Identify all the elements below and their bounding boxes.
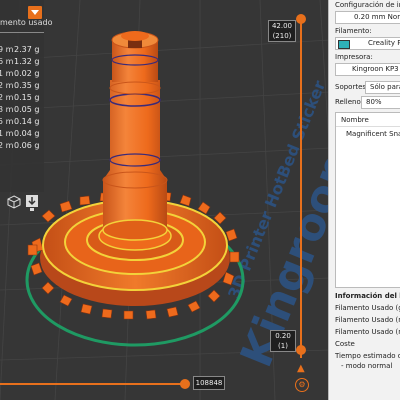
layer-slider-rail[interactable] — [300, 20, 302, 358]
print-settings-label: Configuración de impresión — [335, 1, 400, 9]
layer-top-label: 42.00 (210) — [268, 20, 296, 42]
layer-bottom-height: 0.20 — [275, 332, 291, 340]
layer-bottom-index: (1) — [278, 342, 288, 350]
legend-row: 5 m 0.14 g — [0, 117, 40, 126]
object-list-item[interactable]: Magnificent Snagel — [346, 130, 400, 138]
legend-row: 3 m 0.05 g — [0, 105, 40, 114]
info-filament-m: Filamento Usado (m) — [335, 316, 400, 324]
layer-settings-icon[interactable]: ⚙ — [295, 378, 309, 392]
info-filament-mm3: Filamento Usado (mm³) — [335, 328, 400, 336]
legend-row: 9 m 2.37 g — [0, 45, 40, 54]
move-slider-rail[interactable] — [0, 383, 185, 385]
move-slider-handle[interactable] — [180, 379, 190, 389]
supports-select[interactable]: Sólo para bases — [365, 81, 400, 94]
object-list[interactable]: Nombre Magnificent Snagel — [335, 112, 400, 288]
object-list-header: Nombre — [336, 113, 400, 127]
info-estimated-time: Tiempo estimado de impresión: — [335, 352, 400, 360]
legend-row: 2 m 0.35 g — [0, 81, 40, 90]
move-slider-value: 108848 — [193, 376, 225, 390]
layer-slider-top-handle[interactable] — [296, 14, 306, 24]
supports-label: Soportes: — [335, 83, 369, 91]
legend-row: 2 m 0.06 g — [0, 141, 40, 150]
cube-view-icon[interactable] — [7, 195, 21, 209]
legend-row: 1 m 0.04 g — [0, 129, 40, 138]
filament-color-swatch — [338, 40, 350, 49]
legend-row: 2 m 0.15 g — [0, 93, 40, 102]
infill-select[interactable]: 80% — [361, 96, 400, 109]
3d-viewport[interactable]: 3D Printer HotBed Sticker Kingroon mento… — [0, 0, 400, 400]
layer-slider-bottom-handle[interactable] — [296, 345, 306, 355]
legend-panel: mento usado 9 m 2.37 g 6 m 1.32 g 1 m 0.02 … — [0, 0, 52, 192]
layer-top-height: 42.00 — [271, 22, 293, 30]
printer-select[interactable]: Kingroon KP3 — [335, 63, 400, 76]
shaft — [102, 31, 168, 241]
settings-sidebar: Configuración de impresión 0.20 mm Norma… — [328, 0, 400, 400]
legend-header-label: mento usado — [0, 18, 53, 27]
layer-bottom-label: 0.20 (1) — [270, 330, 296, 352]
slice-info-title: Información del laminado — [335, 292, 400, 300]
info-filament-g: Filamento Usado (g) — [335, 304, 400, 312]
filament-select[interactable]: Creality PLA — [335, 37, 400, 50]
legend-row: 6 m 1.32 g — [0, 57, 40, 66]
info-cost: Coste — [335, 340, 355, 348]
layer-top-index: (210) — [272, 32, 292, 40]
legend-row: 1 m 0.02 g — [0, 69, 40, 78]
info-normal-mode: - modo normal — [341, 362, 393, 370]
export-gcode-icon[interactable] — [25, 194, 39, 212]
infill-label: Relleno: — [335, 98, 364, 106]
legend-header: mento usado — [0, 6, 52, 33]
print-settings-select[interactable]: 0.20 mm Normal — [335, 11, 400, 24]
filament-label: Filamento: — [335, 27, 372, 35]
printer-label: Impresora: — [335, 53, 373, 61]
slice-info-panel: Información del laminado Filamento Usado… — [330, 288, 400, 400]
layer-lock-icon[interactable]: ▲ — [297, 363, 305, 374]
